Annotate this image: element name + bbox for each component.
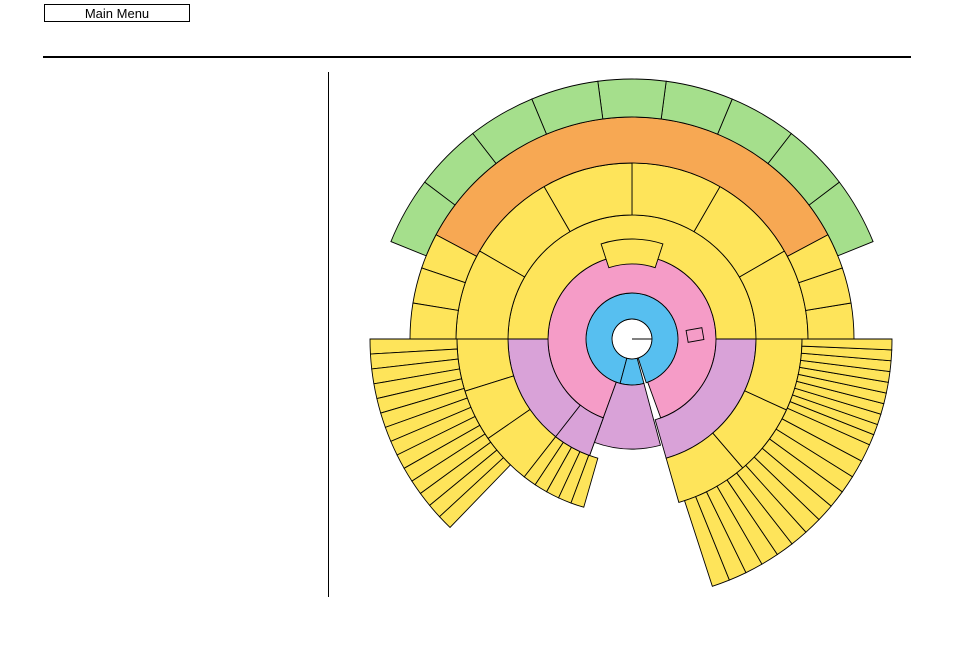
sunburst-chart <box>369 78 893 587</box>
pink-marker <box>685 327 705 343</box>
ring3-top-tab <box>600 238 664 269</box>
ring6-green <box>597 78 667 120</box>
